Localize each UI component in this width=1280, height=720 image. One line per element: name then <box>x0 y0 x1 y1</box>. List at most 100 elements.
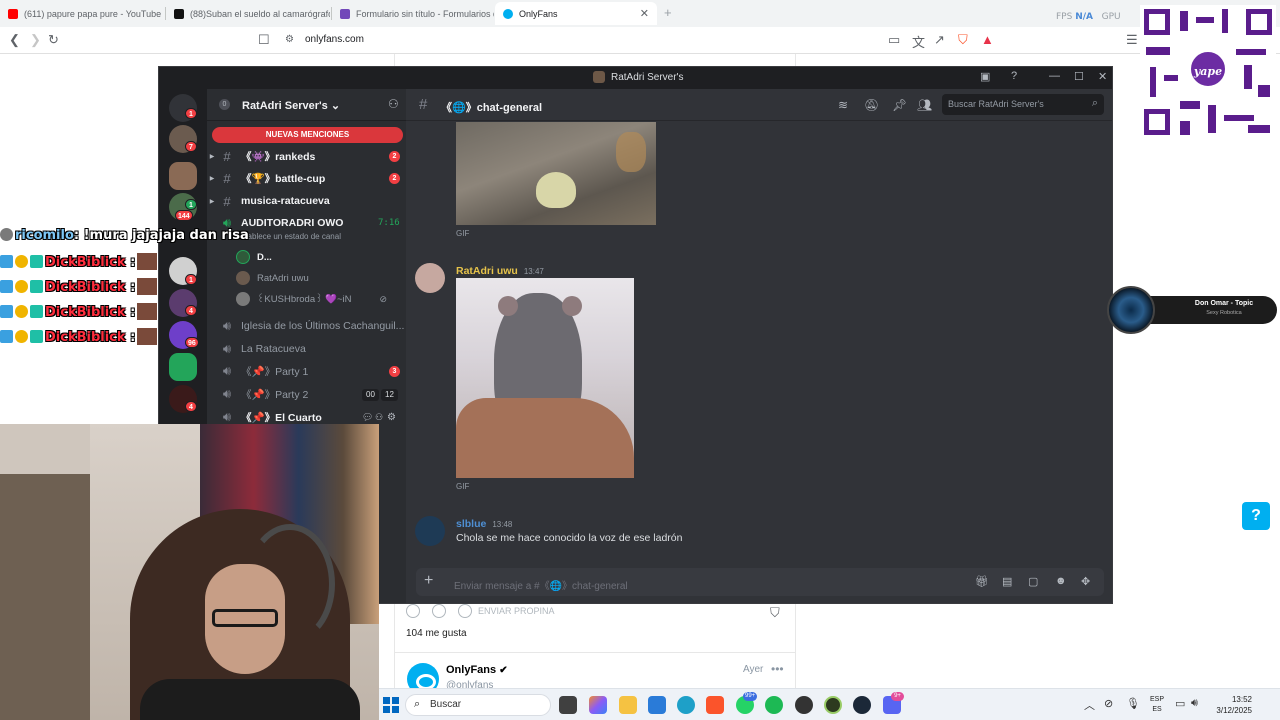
help-icon[interactable]: ? <box>1242 502 1270 530</box>
gif-attachment[interactable] <box>456 122 656 225</box>
post-author[interactable]: OnlyFans ✔ <box>446 664 508 676</box>
search-icon: ⌕ <box>414 698 421 710</box>
brave-shield-icon[interactable]: ⛉ <box>958 32 968 48</box>
inbox-icon[interactable]: ▣ <box>980 70 990 83</box>
gear-icon[interactable]: ⚙ <box>387 412 396 423</box>
help-icon[interactable]: ? <box>1011 70 1017 82</box>
member-list-icon[interactable]: 👥︎ <box>917 98 932 112</box>
gif-picker-icon[interactable]: ▤ <box>1002 575 1012 588</box>
text-channel-icon: # <box>419 96 428 113</box>
cast-icon[interactable]: ▭ <box>888 32 900 48</box>
channel-musica-ratacueva[interactable]: ▶ # musica-ratacueva <box>207 191 406 211</box>
window-title: RatAdri Server's <box>611 72 684 83</box>
bookmark-post-icon[interactable]: ⛉ <box>770 605 780 621</box>
message-composer[interactable]: + Enviar mensaje a #《🌐》chat-general 🎁︎ ▤… <box>416 568 1104 596</box>
brave-rewards-icon[interactable]: ▲ <box>981 32 994 47</box>
channel-rankeds[interactable]: ▶ # 《👾》rankeds 2 <box>207 146 406 166</box>
message-author[interactable]: slblue 13:48 <box>456 518 512 530</box>
address-bar[interactable]: onlyfans.com <box>305 34 364 45</box>
tab-youtube[interactable]: (611) papure papa pure - YouTube <box>0 2 164 25</box>
volume-icon[interactable]: 🔊︎ <box>1191 697 1198 710</box>
text-channel-icon: # <box>223 193 231 209</box>
tip-icon[interactable] <box>458 604 472 618</box>
edge-icon[interactable] <box>677 696 695 714</box>
message-author[interactable]: RatAdri uwu 13:47 <box>456 265 544 277</box>
gift-badge-icon <box>15 330 28 343</box>
pin-icon[interactable]: 📌︎ <box>892 98 907 112</box>
back-icon[interactable]: ❮ <box>9 32 20 48</box>
steam-icon[interactable] <box>853 696 871 714</box>
file-explorer-icon[interactable] <box>619 696 637 714</box>
task-view-icon[interactable] <box>559 696 577 714</box>
display-icon[interactable]: ▭ <box>1175 697 1185 710</box>
maximize-icon[interactable]: ☐ <box>1074 70 1084 83</box>
gif-attachment[interactable] <box>456 278 634 478</box>
deafened-icon: ⊘ <box>379 293 388 304</box>
search-input[interactable]: Buscar RatAdri Server's ⌕ <box>942 94 1104 115</box>
bookmark-icon[interactable]: ☐ <box>258 32 270 48</box>
avatar[interactable] <box>415 263 445 293</box>
system-clock[interactable]: 13:52 3/12/2025 <box>1214 694 1252 716</box>
avatar <box>236 292 250 306</box>
channel-battle-cup[interactable]: ▶ # 《🏆》battle-cup 2 <box>207 168 406 188</box>
tip-button[interactable]: ENVIAR PROPINA <box>478 606 555 616</box>
album-art <box>1107 286 1155 334</box>
voice-channel-ratacueva[interactable]: 🔊︎ La Ratacueva <box>207 339 406 359</box>
voice-channel-party-1[interactable]: 🔊︎ 《📌》Party 1 3 <box>207 361 406 381</box>
copilot-icon[interactable] <box>589 696 607 714</box>
brave-icon[interactable] <box>706 696 724 714</box>
translate-icon[interactable]: 文 <box>912 32 925 51</box>
taskbar-search[interactable]: ⌕ Buscar <box>405 694 551 716</box>
sidebar-icon[interactable]: ☰ <box>1126 32 1138 48</box>
avatar <box>236 250 250 264</box>
gift-badge-icon <box>15 280 28 293</box>
more-options-icon[interactable]: ••• <box>771 662 784 676</box>
like-icon[interactable] <box>406 604 420 618</box>
server-header[interactable]: 0 RatAdri Server's ⌄ ⚇ <box>207 89 406 121</box>
emoji-icon[interactable]: ☻ <box>1055 575 1067 587</box>
tab-onlyfans[interactable]: OnlyFans ✕ <box>495 2 657 25</box>
threads-icon[interactable]: ≋ <box>838 98 848 112</box>
stream-chat-message: DickBiblick : <box>0 303 230 320</box>
voice-channel-iglesia[interactable]: 🔊︎ Iglesia de los Últimos Cachanguil... <box>207 316 406 336</box>
reload-icon[interactable]: ↻ <box>48 32 59 48</box>
tab-forms[interactable]: Formulario sin título - Formularios d <box>332 2 494 25</box>
notification-bell-icon[interactable]: 🔕︎ <box>864 98 879 112</box>
server-name[interactable]: RatAdri Server's ⌄ <box>242 99 340 112</box>
language-indicator[interactable]: ESP ES <box>1150 695 1164 715</box>
apps-icon[interactable]: ✥ <box>1081 575 1090 588</box>
voice-user[interactable]: D... <box>236 248 272 266</box>
tray-chevron-icon[interactable]: ︿ <box>1084 697 1095 713</box>
close-tab-icon[interactable]: ✕ <box>640 7 649 20</box>
app-icon[interactable] <box>824 696 842 714</box>
comment-icon[interactable] <box>432 604 446 618</box>
voice-user[interactable]: RatAdri uwu <box>236 269 309 287</box>
store-icon[interactable] <box>648 696 666 714</box>
new-mentions-banner[interactable]: NUEVAS MENCIONES <box>212 127 403 143</box>
server-icon[interactable] <box>169 162 197 190</box>
gift-icon[interactable]: 🎁︎ <box>975 575 989 588</box>
server-icon[interactable] <box>169 353 197 381</box>
share-icon[interactable]: ↗ <box>934 32 945 48</box>
close-icon[interactable]: ✕ <box>1098 70 1107 83</box>
obs-icon[interactable] <box>795 696 813 714</box>
tab-tiktok[interactable]: (88)Suban el sueldo al camarógrafo <box>166 2 330 25</box>
channel-status[interactable]: Establece un estado de canal <box>236 232 341 241</box>
notification-badge: 1 <box>185 199 197 210</box>
mention-badge: 2 <box>389 151 400 162</box>
windows-start-icon[interactable] <box>383 697 399 713</box>
chat-icon[interactable]: 💬︎ <box>362 412 373 423</box>
site-info-icon[interactable]: ⚙ <box>285 34 294 45</box>
attach-plus-icon[interactable]: + <box>424 572 433 590</box>
spotify-icon[interactable] <box>765 696 783 714</box>
sticker-icon[interactable]: ▢ <box>1028 575 1038 588</box>
invite-icon[interactable]: ⚇ <box>388 97 399 111</box>
microphone-icon[interactable]: 🎙︎ <box>1126 697 1140 710</box>
minimize-icon[interactable]: — <box>1049 70 1060 82</box>
network-off-icon[interactable]: ⊘ <box>1104 697 1113 710</box>
invite-icon[interactable]: ⚇ <box>375 412 383 423</box>
avatar[interactable] <box>415 516 445 546</box>
forward-icon[interactable]: ❯ <box>30 32 41 48</box>
new-tab-button[interactable]: + <box>664 5 672 20</box>
voice-user[interactable]: ꒰KUSHbroda꒱ 💜~iN ⊘ <box>236 290 387 308</box>
